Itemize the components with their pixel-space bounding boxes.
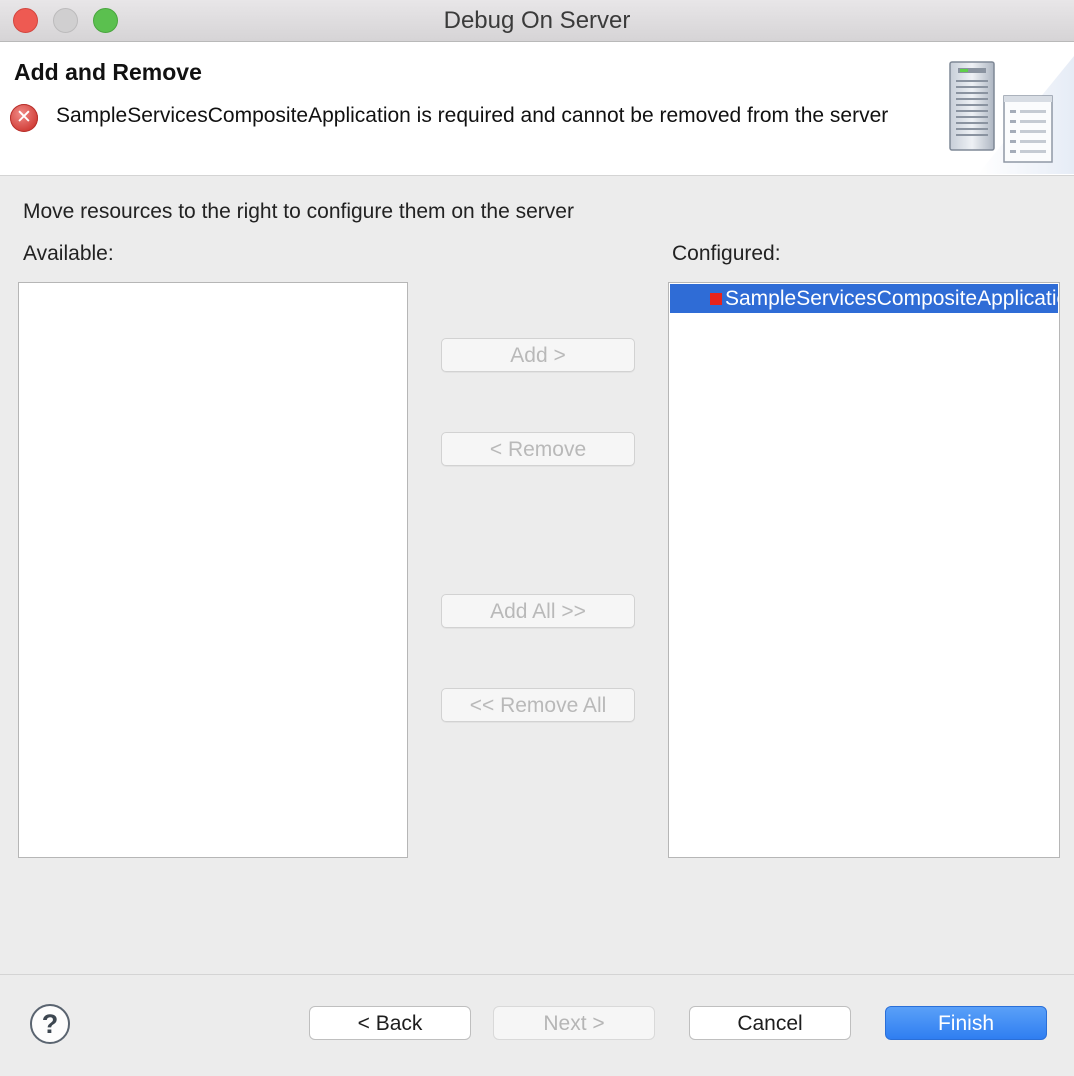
window-title: Debug On Server <box>443 7 631 34</box>
finish-button[interactable]: Finish <box>885 1006 1047 1040</box>
cancel-button[interactable]: Cancel <box>689 1006 851 1040</box>
wizard-header: Add and Remove ✕ SampleServicesComposite… <box>0 42 1074 176</box>
configured-list[interactable]: SampleServicesCompositeApplication <box>668 282 1060 858</box>
footer-divider <box>0 974 1074 975</box>
configured-label: Configured: <box>672 242 781 265</box>
remove-button[interactable]: < Remove <box>441 432 635 466</box>
module-error-icon <box>710 293 722 305</box>
configured-list-item[interactable]: SampleServicesCompositeApplication <box>670 284 1058 313</box>
next-button[interactable]: Next > <box>493 1006 655 1040</box>
instruction-text: Move resources to the right to configure… <box>23 200 574 223</box>
page-title: Add and Remove <box>14 59 202 85</box>
error-icon: ✕ <box>10 104 38 132</box>
server-icon <box>949 56 1074 174</box>
back-button[interactable]: < Back <box>309 1006 471 1040</box>
add-button[interactable]: Add > <box>441 338 635 372</box>
available-label: Available: <box>23 242 114 265</box>
remove-all-button[interactable]: << Remove All <box>441 688 635 722</box>
configured-item-label: SampleServicesCompositeApplication <box>725 287 1058 310</box>
add-all-button[interactable]: Add All >> <box>441 594 635 628</box>
error-message: SampleServicesCompositeApplication is re… <box>56 104 889 127</box>
window-titlebar: Debug On Server <box>0 0 1074 42</box>
help-button[interactable]: ? <box>30 1004 70 1044</box>
available-list[interactable] <box>18 282 408 858</box>
